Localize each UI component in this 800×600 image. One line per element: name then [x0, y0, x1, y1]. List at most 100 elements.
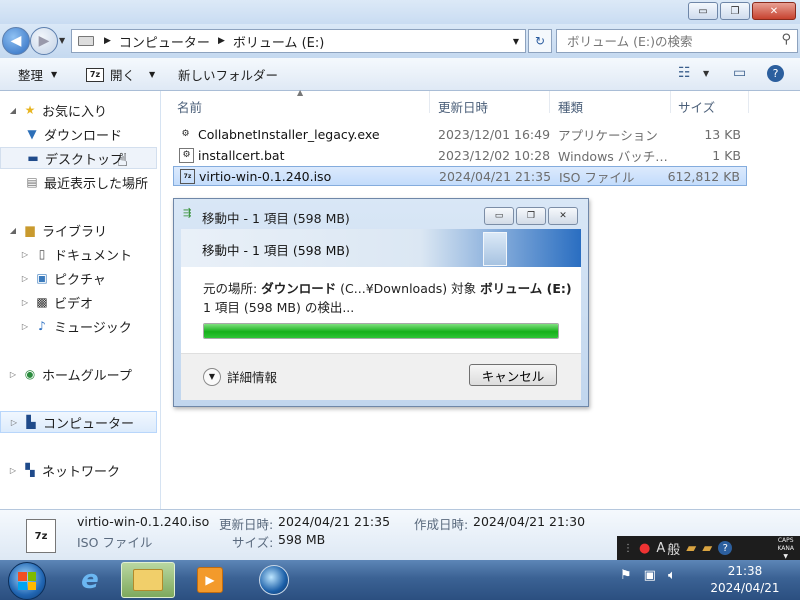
- from-path: (C...¥Downloads) 対象: [336, 281, 481, 296]
- open-label: 開く: [110, 68, 136, 83]
- more-details-label: 詳細情報: [227, 370, 278, 385]
- dialog-maximize-button[interactable]: ❐: [516, 207, 546, 225]
- dictionary-icon[interactable]: ▰: [702, 541, 712, 556]
- table-row[interactable]: ⚙ CollabnetInstaller_legacy.exe 2023/12/…: [173, 124, 747, 144]
- chevron-right-icon[interactable]: ▶: [104, 36, 111, 46]
- column-header-date[interactable]: 更新日時: [438, 97, 488, 116]
- detail-filetype: ISO ファイル: [77, 535, 153, 550]
- dialog-close-button[interactable]: ✕: [548, 207, 578, 225]
- collapsed-icon[interactable]: ▷: [9, 418, 19, 427]
- collapsed-icon[interactable]: ▷: [8, 466, 18, 475]
- nav-libraries[interactable]: ◢ ▆ ライブラリ: [0, 219, 157, 241]
- collapsed-icon[interactable]: ▷: [20, 250, 30, 259]
- column-divider[interactable]: [429, 91, 430, 113]
- from-link[interactable]: ダウンロード: [261, 281, 336, 296]
- app-globe-icon: [259, 565, 289, 595]
- minimize-button[interactable]: ▭: [688, 2, 718, 20]
- glass-decoration: [483, 232, 507, 266]
- nav-computer[interactable]: ▷ ▙ コンピューター: [0, 411, 157, 433]
- search-box[interactable]: ⚲: [556, 29, 798, 53]
- nav-favorites[interactable]: ◢ ★ お気に入り: [0, 99, 157, 121]
- collapsed-icon[interactable]: ▷: [20, 322, 30, 331]
- file-date: 2024/04/21 21:35: [439, 168, 552, 184]
- to-link[interactable]: ボリューム (E:): [480, 281, 571, 296]
- nav-label: お気に入り: [42, 104, 108, 120]
- column-divider[interactable]: [549, 91, 550, 113]
- network-status-icon[interactable]: ▣: [644, 568, 656, 583]
- table-row[interactable]: 7z virtio-win-0.1.240.iso 2024/04/21 21:…: [173, 166, 747, 186]
- ime-conversion-mode[interactable]: 般: [667, 539, 680, 558]
- taskbar-ie[interactable]: e: [63, 562, 117, 598]
- back-button[interactable]: ◀: [2, 27, 30, 55]
- taskbar-media-player[interactable]: ▶: [183, 562, 237, 598]
- view-options-icon[interactable]: ☷: [678, 65, 691, 81]
- documents-icon: ▯: [38, 247, 46, 261]
- column-divider[interactable]: [670, 91, 671, 113]
- nav-documents[interactable]: ▷ ▯ ドキュメント: [0, 243, 169, 265]
- start-button[interactable]: [8, 562, 46, 600]
- star-icon: ★: [24, 103, 36, 117]
- file-name: installcert.bat: [198, 147, 285, 163]
- nav-downloads[interactable]: ▼ ダウンロード: [0, 123, 177, 145]
- expanded-icon[interactable]: ◢: [8, 106, 18, 115]
- collapsed-icon[interactable]: ▷: [20, 298, 30, 307]
- nav-music[interactable]: ▷ ♪ ミュージック: [0, 315, 169, 337]
- expanded-icon[interactable]: ◢: [8, 226, 18, 235]
- ime-help-icon[interactable]: ?: [718, 541, 733, 555]
- breadcrumb-volume[interactable]: ボリューム (E:): [233, 32, 324, 51]
- chevron-down-icon[interactable]: ▼: [703, 69, 709, 78]
- help-icon[interactable]: ?: [767, 65, 784, 82]
- open-button[interactable]: 7z 開く ▼: [86, 65, 155, 84]
- table-row[interactable]: ⚙ installcert.bat 2023/12/02 10:28 Windo…: [173, 145, 747, 165]
- nav-label: ミュージック: [54, 320, 132, 336]
- nav-videos[interactable]: ▷ ▩ ビデオ: [0, 291, 169, 313]
- recent-pages-dropdown[interactable]: ▼: [59, 36, 65, 45]
- iso-icon: 7z: [180, 168, 195, 184]
- column-header-size[interactable]: サイズ: [678, 97, 715, 116]
- taskbar-virtualbox[interactable]: [247, 562, 301, 598]
- taskbar-explorer[interactable]: [121, 562, 175, 598]
- more-details-toggle[interactable]: ▼ 詳細情報: [203, 367, 277, 386]
- command-bar: 整理 ▼ 7z 開く ▼ 新しいフォルダー ☷ ▼ ▭ ?: [0, 58, 800, 91]
- organize-button[interactable]: 整理 ▼: [18, 65, 57, 84]
- nav-desktop[interactable]: ▬ デスクトップ: [0, 147, 157, 169]
- windows-logo-icon: [18, 572, 36, 590]
- detail-modified-label: 更新日時:: [219, 517, 274, 532]
- chevron-down-icon: ▼: [203, 367, 221, 386]
- maximize-button[interactable]: ❐: [720, 2, 750, 20]
- clock-date: 2024/04/21: [710, 581, 780, 595]
- search-input[interactable]: [565, 32, 769, 50]
- refresh-button[interactable]: ↻: [528, 29, 552, 53]
- chevron-down-icon[interactable]: ▼: [513, 37, 519, 46]
- nav-label: ホームグループ: [42, 368, 132, 384]
- preview-pane-icon[interactable]: ▭: [733, 65, 746, 81]
- dialog-minimize-button[interactable]: ▭: [484, 207, 514, 225]
- nav-label: ビデオ: [54, 296, 94, 312]
- collapsed-icon[interactable]: ▷: [20, 274, 30, 283]
- file-date: 2023/12/02 10:28: [438, 147, 551, 163]
- ime-input-mode[interactable]: A: [656, 541, 665, 556]
- cancel-button[interactable]: キャンセル: [469, 364, 557, 386]
- nav-pictures[interactable]: ▷ ▣ ピクチャ: [0, 267, 169, 289]
- iso-file-icon: 7z: [26, 519, 56, 553]
- address-row: ◀ ▶ ▼ ▶ コンピューター ▶ ボリューム (E:) ▼ ↻ ⚲: [0, 24, 800, 58]
- address-bar[interactable]: ▶ コンピューター ▶ ボリューム (E:) ▼: [71, 29, 526, 53]
- clock[interactable]: 21:38 2024/04/21: [700, 563, 790, 597]
- close-button[interactable]: ✕: [752, 2, 796, 20]
- new-folder-button[interactable]: 新しいフォルダー: [178, 65, 278, 84]
- forward-button[interactable]: ▶: [30, 27, 58, 55]
- volume-muted-icon[interactable]: 🔈︎: [668, 568, 676, 583]
- action-center-flag-icon[interactable]: ⚑: [620, 568, 632, 583]
- nav-homegroup[interactable]: ▷ ◉ ホームグループ: [0, 363, 157, 385]
- column-header-name[interactable]: 名前: [177, 97, 202, 116]
- nav-recent[interactable]: ▤ 最近表示した場所: [0, 171, 177, 193]
- ime-tools-icon[interactable]: ▰: [686, 541, 696, 556]
- column-divider[interactable]: [748, 91, 749, 113]
- collapsed-icon[interactable]: ▷: [8, 370, 18, 379]
- breadcrumb-computer[interactable]: コンピューター: [119, 32, 210, 51]
- column-header-type[interactable]: 種類: [558, 97, 583, 116]
- grip-icon[interactable]: ⋮: [623, 543, 633, 554]
- chevron-right-icon[interactable]: ▶: [218, 36, 225, 46]
- ime-pad-icon[interactable]: ●: [639, 541, 650, 556]
- nav-network[interactable]: ▷ ▚ ネットワーク: [0, 459, 157, 481]
